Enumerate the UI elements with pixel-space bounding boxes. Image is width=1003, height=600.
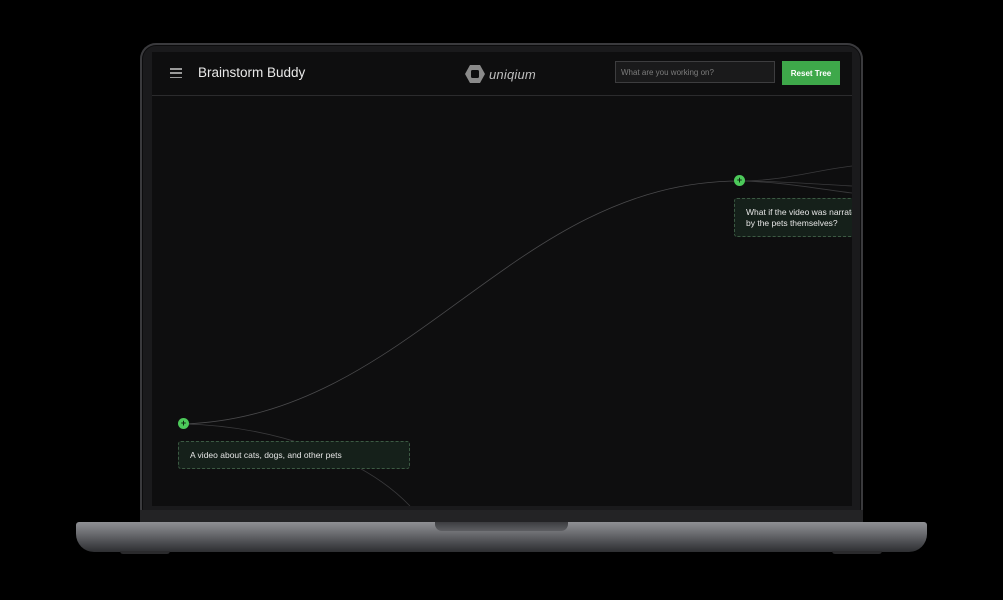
laptop-foot-left — [120, 551, 170, 554]
edge-child-to-offscreen-1 — [739, 165, 852, 182]
hamburger-menu-icon[interactable] — [170, 68, 182, 79]
app-header: Brainstorm Buddy uniqium Reset Tree — [152, 52, 852, 96]
reset-tree-button[interactable]: Reset Tree — [782, 61, 840, 85]
mind-map-canvas[interactable]: + A video about cats, dogs, and other pe… — [152, 96, 852, 506]
app-title: Brainstorm Buddy — [198, 65, 306, 80]
idea-node-text: A video about cats, dogs, and other pets — [190, 449, 342, 460]
idea-node-root[interactable]: A video about cats, dogs, and other pets — [178, 441, 410, 469]
laptop-base-notch — [435, 522, 568, 531]
add-child-button-root[interactable]: + — [178, 418, 189, 429]
uniqium-logo: uniqium — [464, 64, 536, 84]
app-screen: Brainstorm Buddy uniqium Reset Tree + A … — [152, 52, 852, 506]
add-child-button-child-1[interactable]: + — [734, 175, 745, 186]
search-input[interactable] — [615, 61, 775, 83]
idea-node-text: What if the video was narrated by the pe… — [746, 206, 852, 228]
hexagon-logo-icon — [465, 65, 485, 83]
idea-node-child-1[interactable]: What if the video was narrated by the pe… — [734, 198, 852, 237]
logo-wordmark: uniqium — [489, 66, 536, 82]
edge-root-to-child — [183, 180, 741, 425]
laptop-foot-right — [832, 551, 882, 554]
plus-icon: + — [180, 418, 187, 428]
plus-icon: + — [736, 175, 743, 185]
